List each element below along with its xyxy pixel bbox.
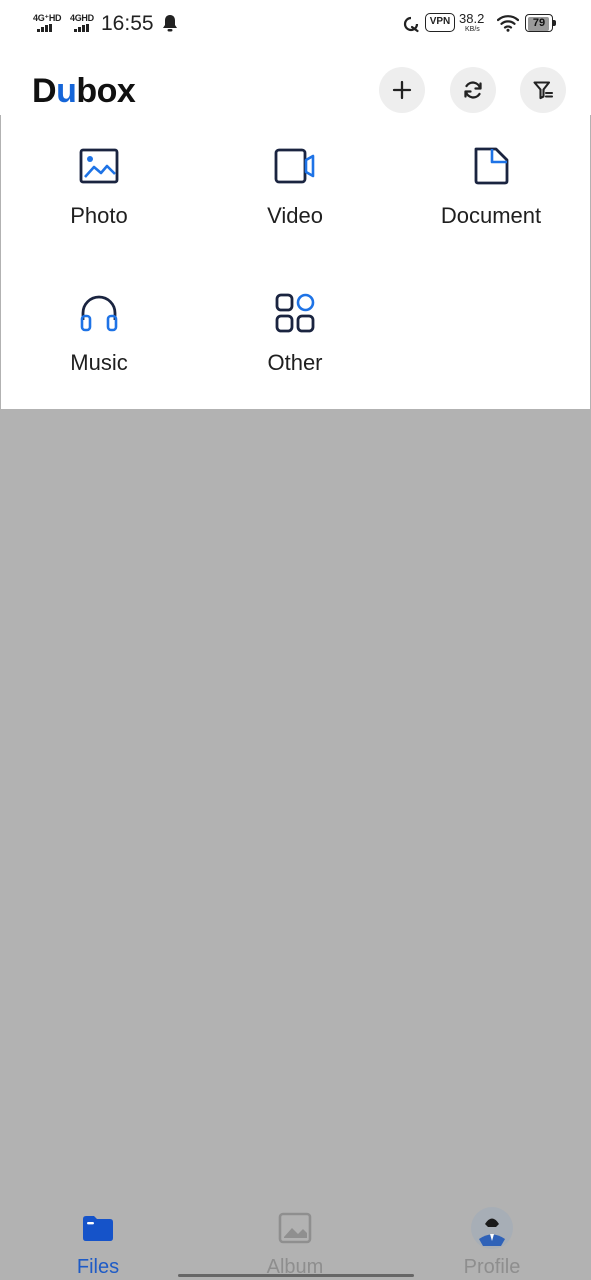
- network-speed-unit: KB/s: [465, 26, 480, 33]
- battery-icon: 79: [525, 14, 557, 32]
- tab-label: Files: [76, 1256, 120, 1278]
- photo-icon: [79, 148, 119, 184]
- avatar: [471, 1207, 513, 1249]
- category-video[interactable]: Video: [197, 115, 393, 245]
- grid-icon: [275, 293, 315, 333]
- filter-icon: [533, 81, 554, 100]
- vpn-badge: VPN: [425, 13, 455, 32]
- signal-2-icon: 4GHD: [70, 13, 100, 33]
- category-music[interactable]: Music: [1, 262, 197, 392]
- category-photo[interactable]: Photo: [1, 115, 197, 245]
- category-label: Music: [70, 350, 128, 375]
- plus-icon: [392, 80, 412, 100]
- category-label: Other: [267, 350, 323, 375]
- network-1-label: 4G⁺HD: [33, 13, 62, 23]
- category-label: Photo: [70, 203, 128, 228]
- category-other[interactable]: Other: [197, 262, 393, 392]
- network-speed: 38.2: [459, 11, 485, 26]
- battery-level: 79: [532, 17, 546, 29]
- tab-album[interactable]: Album: [235, 1200, 355, 1280]
- document-icon: [474, 147, 509, 185]
- notification-icon: [163, 15, 177, 32]
- category-label: Document: [440, 203, 542, 228]
- app-header: Dubox: [0, 50, 591, 115]
- wifi-icon: [497, 15, 519, 32]
- image-icon: [278, 1212, 312, 1244]
- add-button[interactable]: [379, 67, 425, 113]
- signal-1-icon: 4G⁺HD: [33, 13, 63, 33]
- filter-button[interactable]: [520, 67, 566, 113]
- tab-profile[interactable]: Profile: [432, 1200, 552, 1280]
- folder-icon: [83, 1216, 113, 1241]
- category-label: Video: [267, 203, 323, 228]
- category-document[interactable]: Document: [393, 115, 589, 245]
- category-panel: Photo Video Document Music Other: [1, 115, 590, 409]
- video-icon: [274, 148, 315, 184]
- status-bar: 4G⁺HD 4GHD 16:55 VPN 38.2 KB/s 79: [0, 0, 591, 50]
- sync-icon: [464, 81, 482, 99]
- home-indicator[interactable]: [178, 1274, 414, 1277]
- tab-label: Profile: [463, 1256, 521, 1278]
- sync-button[interactable]: [450, 67, 496, 113]
- data-saver-icon: [403, 16, 419, 33]
- network-2-label: 4GHD: [70, 13, 94, 23]
- headphones-icon: [80, 295, 118, 332]
- status-time: 16:55: [101, 12, 154, 35]
- tab-files[interactable]: Files: [38, 1200, 158, 1280]
- app-logo: Dubox: [32, 72, 136, 110]
